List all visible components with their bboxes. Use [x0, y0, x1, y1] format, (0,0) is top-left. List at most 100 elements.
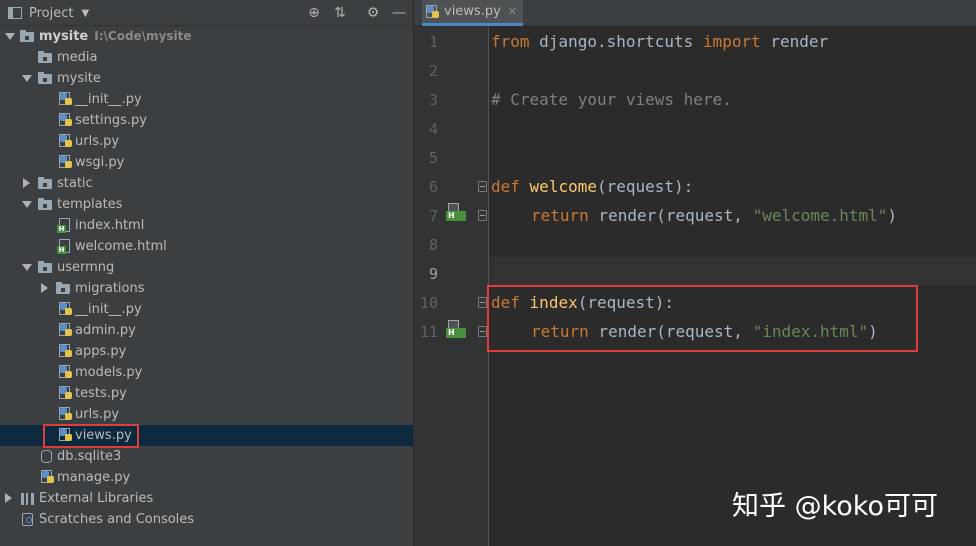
python-file-icon [59, 344, 74, 359]
tree-item-project-root[interactable]: mysite I:\Code\mysite [0, 26, 413, 47]
line-number: 5 [428, 149, 438, 167]
tree-item-db-sqlite3[interactable]: db.sqlite3 [0, 446, 413, 467]
tree-item-label: templates [57, 197, 123, 212]
tree-item-welcome-html[interactable]: H welcome.html [0, 236, 413, 257]
chevron-down-icon[interactable] [22, 201, 32, 208]
tree-item-label: settings.py [75, 113, 147, 128]
python-file-icon [59, 407, 74, 422]
tree-item-external-libraries[interactable]: External Libraries [0, 488, 413, 509]
python-file-icon [41, 470, 56, 485]
code-line-1: from django.shortcuts import render [491, 32, 829, 51]
locate-icon[interactable]: ⊕ [304, 3, 324, 23]
line-number: 1 [428, 33, 438, 51]
template-link-icon[interactable]: H [446, 320, 466, 340]
tree-item-models-py[interactable]: models.py [0, 362, 413, 383]
tree-item-init-py[interactable]: __init__.py [0, 89, 413, 110]
code-line-3: # Create your views here. [491, 90, 732, 109]
fold-icon[interactable] [478, 326, 487, 337]
editor-tab-bar: views.py ✕ [414, 0, 976, 26]
code-editor: views.py ✕ 1 2 3 4 5 6 7 8 9 10 11 H H f… [414, 0, 976, 546]
tree-item-static[interactable]: static [0, 173, 413, 194]
html-file-icon: H [57, 239, 72, 254]
line-number: 6 [428, 178, 438, 196]
python-file-icon [59, 92, 74, 107]
minimize-icon[interactable]: — [389, 3, 409, 23]
tab-label: views.py [444, 4, 501, 19]
tree-item-mysite[interactable]: mysite [0, 68, 413, 89]
fold-icon[interactable] [478, 297, 487, 308]
folder-icon [20, 29, 35, 44]
tree-item-admin-py[interactable]: admin.py [0, 320, 413, 341]
tree-item-settings-py[interactable]: settings.py [0, 110, 413, 131]
line-number: 4 [428, 120, 438, 138]
template-link-icon[interactable]: H [446, 203, 466, 223]
tree-item-tests-py[interactable]: tests.py [0, 383, 413, 404]
chevron-right-icon[interactable] [41, 283, 48, 293]
python-file-icon [59, 323, 74, 338]
tree-item-views-py[interactable]: views.py [0, 425, 413, 446]
python-file-icon [59, 428, 74, 443]
chevron-down-icon[interactable] [22, 264, 32, 271]
close-icon[interactable]: ✕ [508, 5, 517, 18]
database-file-icon [39, 449, 54, 464]
folder-icon [38, 50, 53, 65]
tree-item-wsgi-py[interactable]: wsgi.py [0, 152, 413, 173]
folder-icon [38, 71, 53, 86]
tree-item-label: External Libraries [39, 491, 154, 506]
tree-item-index-html[interactable]: H index.html [0, 215, 413, 236]
tree-item-label: Scratches and Consoles [39, 512, 195, 527]
tree-item-label: tests.py [75, 386, 127, 401]
project-panel: Project ▼ ⊕ ⇅ ⚙ — mysite I:\Code\mysite m… [0, 0, 413, 546]
tree-item-label: views.py [75, 428, 132, 443]
chevron-right-icon[interactable] [23, 178, 30, 188]
tree-item-label: media [57, 50, 98, 65]
tree-item-scratches[interactable]: Scratches and Consoles [0, 509, 413, 530]
chevron-down-icon[interactable] [5, 33, 15, 40]
tree-item-label: apps.py [75, 344, 127, 359]
fold-icon[interactable] [478, 210, 487, 221]
collapse-icon[interactable]: ⇅ [330, 3, 350, 23]
line-number: 2 [428, 62, 438, 80]
python-file-icon [59, 386, 74, 401]
tree-item-label: index.html [75, 218, 145, 233]
line-number: 3 [428, 91, 438, 109]
chevron-right-icon[interactable] [5, 493, 12, 503]
tree-item-label: mysite [39, 29, 89, 44]
tree-item-usermng-init-py[interactable]: __init__.py [0, 299, 413, 320]
tree-item-label: mysite [57, 71, 101, 86]
tree-item-label: usermng [57, 260, 115, 275]
line-number: 10 [419, 294, 438, 312]
folder-icon [38, 260, 53, 275]
gear-icon[interactable]: ⚙ [363, 3, 383, 23]
python-file-icon [59, 113, 74, 128]
tree-item-usermng[interactable]: usermng [0, 257, 413, 278]
python-file-icon [59, 302, 74, 317]
tree-item-manage-py[interactable]: manage.py [0, 467, 413, 488]
fold-icon[interactable] [478, 181, 487, 192]
tree-item-label: urls.py [75, 134, 120, 149]
project-view-selector[interactable]: Project ▼ [8, 4, 89, 22]
tree-item-usermng-urls-py[interactable]: urls.py [0, 404, 413, 425]
code-line-7: return render(request, "welcome.html") [531, 206, 898, 225]
tree-item-migrations[interactable]: migrations [0, 278, 413, 299]
tree-item-media[interactable]: media [0, 47, 413, 68]
tree-item-label: admin.py [75, 323, 136, 338]
tab-views-py[interactable]: views.py ✕ [422, 0, 524, 26]
python-file-icon [59, 134, 74, 149]
tree-item-label: wsgi.py [75, 155, 125, 170]
tree-item-label: urls.py [75, 407, 120, 422]
tree-item-label: welcome.html [75, 239, 167, 254]
tree-item-label: static [57, 176, 93, 191]
line-number: 7 [428, 207, 438, 225]
tree-item-label: __init__.py [75, 302, 142, 317]
chevron-down-icon[interactable] [22, 75, 32, 82]
tree-item-label: __init__.py [75, 92, 142, 107]
tree-item-templates[interactable]: templates [0, 194, 413, 215]
tree-item-urls-py[interactable]: urls.py [0, 131, 413, 152]
code-area[interactable]: from django.shortcuts import render # Cr… [489, 27, 976, 546]
line-number: 9 [428, 265, 438, 283]
folder-icon [38, 197, 53, 212]
code-line-11: return render(request, "index.html") [531, 322, 878, 341]
tree-item-apps-py[interactable]: apps.py [0, 341, 413, 362]
editor-gutter: 1 2 3 4 5 6 7 8 9 10 11 H H [414, 27, 488, 546]
